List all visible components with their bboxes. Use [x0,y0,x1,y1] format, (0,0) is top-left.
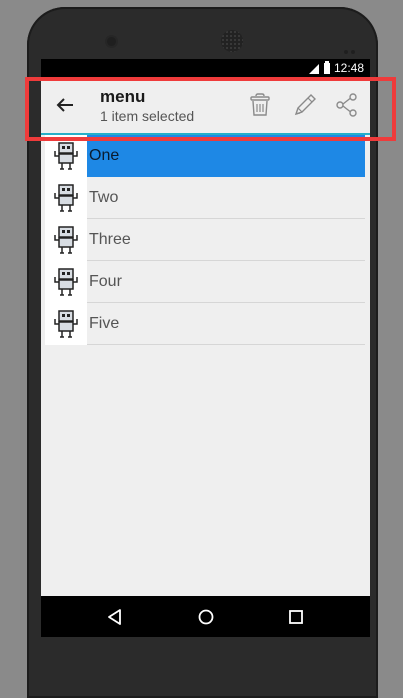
list-item[interactable]: Two [45,177,365,219]
list-item[interactable]: Four [45,261,365,303]
list-item-label: Five [87,303,365,345]
action-bar-title: menu [100,87,146,106]
screen: 12:48 menu 1 item selected One Two Three… [41,59,370,636]
front-camera [107,37,116,46]
nav-back-button[interactable] [103,606,125,628]
robot-icon [45,219,87,261]
robot-icon [45,261,87,303]
list-item-label: Four [87,261,365,303]
back-button[interactable] [49,89,81,121]
robot-icon [45,177,87,219]
nav-recent-button[interactable] [285,606,307,628]
nav-back-icon [108,609,121,625]
delete-button[interactable] [244,89,276,121]
list-item[interactable]: Five [45,303,365,345]
list-item-label: One [87,135,365,177]
back-arrow-icon [56,98,73,112]
share-icon [336,93,357,117]
selection-count: 1 item selected [100,108,195,124]
pencil-icon [294,94,316,116]
robot-icon [45,135,87,177]
navigation-bar [41,596,370,637]
signal-icon [309,64,319,74]
trash-icon [250,93,270,116]
nav-home-button[interactable] [195,606,217,628]
status-clock: 12:48 [333,61,364,75]
nav-recent-icon [289,610,303,624]
item-list: One Two Three Four Five [45,135,365,345]
earpiece-speaker [221,30,243,52]
robot-icon [45,303,87,345]
battery-icon [324,61,330,74]
list-item[interactable]: Three [45,219,365,261]
list-item-label: Two [87,177,365,219]
list-item[interactable]: One [45,135,365,177]
contextual-action-bar: menu 1 item selected [41,77,370,135]
status-icons [309,61,330,74]
edit-button[interactable] [289,89,321,121]
status-bar: 12:48 [41,59,370,77]
list-item-label: Three [87,219,365,261]
sensors [344,39,360,54]
share-button[interactable] [331,89,363,121]
nav-home-icon [198,609,214,625]
